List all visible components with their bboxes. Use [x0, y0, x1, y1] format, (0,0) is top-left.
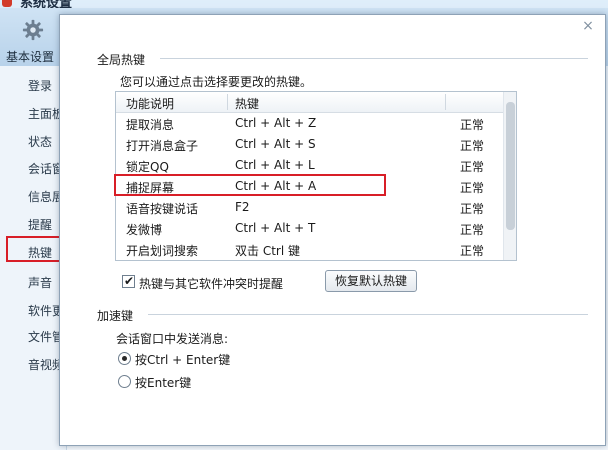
table-row[interactable]: 发微博 Ctrl + Alt + T 正常: [116, 218, 503, 239]
section-divider: [148, 314, 588, 315]
column-separator: [227, 94, 228, 110]
ctrl-enter-label[interactable]: 按Ctrl + Enter键: [135, 351, 230, 368]
table-scrollbar[interactable]: [503, 92, 516, 260]
table-header: 功能说明 热键: [116, 92, 503, 113]
window-titlebar: 系统设置: [0, 0, 608, 8]
column-header-function[interactable]: 功能说明: [126, 95, 174, 112]
check-mark-icon: ✔: [124, 274, 135, 288]
hotkey-status-cell: 正常: [460, 244, 485, 258]
column-header-hotkey[interactable]: 热键: [235, 95, 259, 112]
sidebar-item[interactable]: 声音: [28, 274, 52, 291]
sidebar-item[interactable]: 提醒: [28, 216, 52, 233]
capture-screen-highlight-box: [114, 174, 386, 196]
radio-selected-dot: [122, 356, 127, 361]
table-row[interactable]: 打开消息盒子 Ctrl + Alt + S 正常: [116, 134, 503, 155]
conflict-reminder-label[interactable]: 热键与其它软件冲突时提醒: [139, 275, 283, 292]
ctrl-enter-radio[interactable]: [118, 352, 131, 365]
hotkey-function-cell: 发微博: [126, 223, 163, 237]
hotkey-settings-dialog: × 全局热键 您可以通过点击选择要更改的热键。 功能说明 热键 提取消息 Ctrl…: [59, 14, 606, 446]
accelerator-title: 加速键: [97, 309, 134, 323]
section-divider: [160, 58, 588, 59]
enter-label[interactable]: 按Enter键: [135, 374, 191, 391]
table-row[interactable]: 锁定QQ Ctrl + Alt + L 正常: [116, 155, 503, 176]
hotkey-function-cell: 打开消息盒子: [126, 139, 199, 153]
sidebar-item[interactable]: 状态: [28, 133, 52, 150]
hotkey-key-cell: Ctrl + Alt + S: [235, 137, 316, 151]
hotkey-function-cell: 锁定QQ: [126, 160, 169, 174]
hotkey-status-cell: 正常: [460, 118, 485, 132]
hotkeys-highlight-box: [6, 236, 61, 262]
hotkey-key-cell: Ctrl + Alt + Z: [235, 116, 317, 130]
table-row[interactable]: 语音按键说话 F2 正常: [116, 197, 503, 218]
hotkey-status-cell: 正常: [460, 202, 485, 216]
sidebar-item[interactable]: 登录: [28, 77, 52, 94]
global-hotkeys-title: 全局热键: [97, 53, 146, 67]
app-logo-icon: [2, 0, 12, 7]
table-row[interactable]: 提取消息 Ctrl + Alt + Z 正常: [116, 113, 503, 134]
hotkey-key-cell: Ctrl + Alt + T: [235, 221, 316, 235]
hotkey-status-cell: 正常: [460, 223, 485, 237]
table-row[interactable]: 开启划词搜索 双击 Ctrl 键 正常: [116, 239, 503, 260]
hotkey-key-cell: F2: [235, 200, 250, 214]
gear-icon: [22, 19, 44, 41]
window-title: 系统设置: [20, 0, 73, 8]
conflict-reminder-checkbox[interactable]: ✔: [122, 274, 135, 288]
hotkey-function-cell: 提取消息: [126, 118, 175, 132]
basic-settings-tab[interactable]: 基本设置: [6, 48, 54, 65]
hotkey-function-cell: 语音按键说话: [126, 202, 199, 216]
hotkey-function-cell: 开启划词搜索: [126, 244, 199, 258]
basic-settings-tab-button[interactable]: [22, 19, 44, 41]
hotkey-key-cell: 双击 Ctrl 键: [235, 244, 300, 258]
hotkey-hint: 您可以通过点击选择要更改的热键。: [120, 75, 313, 89]
enter-radio[interactable]: [118, 375, 131, 388]
restore-default-hotkeys-button[interactable]: 恢复默认热键: [325, 270, 417, 292]
hotkey-status-cell: 正常: [460, 181, 485, 195]
close-button[interactable]: ×: [579, 17, 597, 35]
send-message-label: 会话窗口中发送消息:: [116, 332, 229, 346]
hotkey-key-cell: Ctrl + Alt + L: [235, 158, 315, 172]
hotkey-status-cell: 正常: [460, 160, 485, 174]
hotkey-status-cell: 正常: [460, 139, 485, 153]
column-separator: [445, 94, 446, 110]
scrollbar-thumb[interactable]: [506, 102, 515, 230]
